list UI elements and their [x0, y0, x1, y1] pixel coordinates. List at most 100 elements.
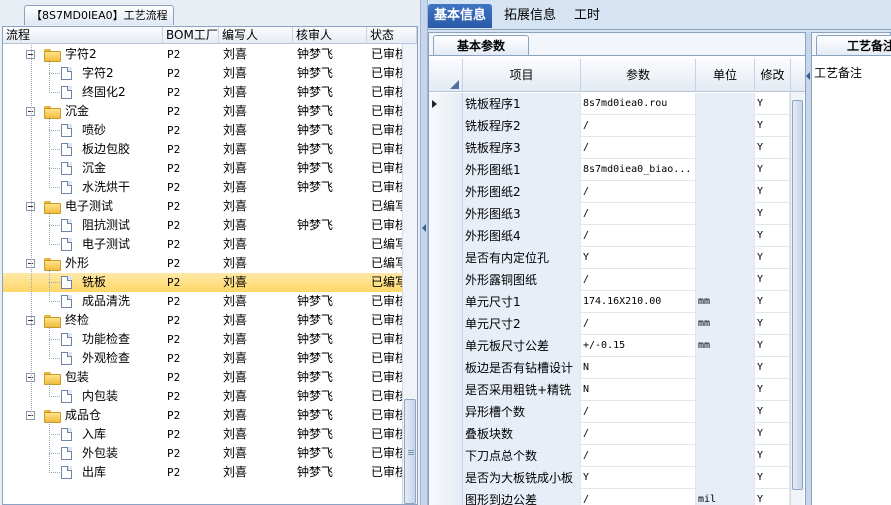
tree-row[interactable]: 成品仓 P2 刘喜 钟梦飞 已审核 — [3, 406, 403, 425]
col-header-writer[interactable]: 编写人 — [219, 27, 293, 44]
param-cell-value[interactable]: N — [581, 357, 696, 379]
row-header[interactable] — [429, 489, 463, 505]
param-row[interactable]: 外形图纸3/ Y — [429, 203, 805, 225]
param-cell-value[interactable]: / — [581, 203, 696, 225]
row-header[interactable] — [429, 225, 463, 247]
basic-params-tab[interactable]: 基本参数 — [433, 35, 529, 55]
panel-splitter[interactable] — [420, 0, 428, 505]
tree-row[interactable]: 铣板 P2 刘喜 已编写 — [3, 273, 403, 292]
tree-row[interactable]: 外形 P2 刘喜 已编写 — [3, 254, 403, 273]
param-cell-value[interactable]: / — [581, 115, 696, 137]
tree-row[interactable]: 喷砂 P2 刘喜 钟梦飞 已审核 — [3, 121, 403, 140]
tree-row[interactable]: 外观检查 P2 刘喜 钟梦飞 已审核 — [3, 349, 403, 368]
param-row[interactable]: 板边是否有钻槽设计 N Y — [429, 357, 805, 379]
param-cell-value[interactable]: / — [581, 225, 696, 247]
tree-row[interactable]: 沉金 P2 刘喜 钟梦飞 已审核 — [3, 159, 403, 178]
row-header[interactable] — [429, 291, 463, 313]
param-row[interactable]: 铣板程序3/ Y — [429, 137, 805, 159]
tree-row[interactable]: 包装 P2 刘喜 钟梦飞 已审核 — [3, 368, 403, 387]
row-header[interactable] — [429, 467, 463, 489]
row-header[interactable] — [429, 379, 463, 401]
row-header[interactable] — [429, 93, 463, 115]
param-cell-value[interactable]: / — [581, 401, 696, 423]
tree-row[interactable]: 阻抗测试 P2 刘喜 钟梦飞 已审核 — [3, 216, 403, 235]
param-row[interactable]: 铣板程序1 8s7md0iea0.rou Y — [429, 93, 805, 115]
tree-row[interactable]: 出库 P2 刘喜 钟梦飞 已审核 — [3, 463, 403, 482]
tree-row[interactable]: 字符2 P2 刘喜 钟梦飞 已审核 — [3, 45, 403, 64]
row-header[interactable] — [429, 159, 463, 181]
col-header-modify[interactable]: 修改 — [755, 59, 791, 92]
param-row[interactable]: 外形露铜图纸 / Y — [429, 269, 805, 291]
param-row[interactable]: 是否为大板铣成小板 Y Y — [429, 467, 805, 489]
tree-row[interactable]: 电子测试 P2 刘喜 已编写 — [3, 235, 403, 254]
row-header[interactable] — [429, 247, 463, 269]
process-notes-body[interactable]: 工艺备注 — [812, 55, 891, 505]
tree-row[interactable]: 外包装 P2 刘喜 钟梦飞 已审核 — [3, 444, 403, 463]
process-flow-tab[interactable]: 【8S7MD0IEA0】工艺流程 — [24, 5, 174, 25]
param-cell-value[interactable]: Y — [581, 247, 696, 269]
tree-row[interactable]: 入库 P2 刘喜 钟梦飞 已审核 — [3, 425, 403, 444]
tree-row[interactable]: 成品清洗 P2 刘喜 钟梦飞 已审核 — [3, 292, 403, 311]
tree-row[interactable]: 板边包胶 P2 刘喜 钟梦飞 已审核 — [3, 140, 403, 159]
param-cell-value[interactable]: / — [581, 181, 696, 203]
param-row[interactable]: 是否有内定位孔 Y Y — [429, 247, 805, 269]
row-header[interactable] — [429, 313, 463, 335]
param-cell-value[interactable]: 174.16X210.00 — [581, 291, 696, 313]
param-cell-value[interactable]: / — [581, 313, 696, 335]
row-header[interactable] — [429, 203, 463, 225]
tree-row[interactable]: 内包装 P2 刘喜 钟梦飞 已审核 — [3, 387, 403, 406]
tab-work-hours[interactable]: 工时 — [568, 4, 606, 28]
param-row[interactable]: 外形图纸2/ Y — [429, 181, 805, 203]
row-header[interactable] — [429, 269, 463, 291]
param-row[interactable]: 是否采用粗铣+精铣 N Y — [429, 379, 805, 401]
param-row[interactable]: 异形槽个数 / Y — [429, 401, 805, 423]
tab-basic-info[interactable]: 基本信息 — [428, 4, 493, 28]
param-row[interactable]: 铣板程序2/ Y — [429, 115, 805, 137]
col-header-param[interactable]: 参数 — [581, 59, 696, 92]
param-cell-value[interactable]: 8s7md0iea0.rou — [581, 93, 696, 115]
tree-row[interactable]: 沉金 P2 刘喜 钟梦飞 已审核 — [3, 102, 403, 121]
param-row[interactable]: 图形到边公差 / mil Y — [429, 489, 805, 505]
param-row[interactable]: 下刀点总个数 / Y — [429, 445, 805, 467]
param-row[interactable]: 外形图纸4/ Y — [429, 225, 805, 247]
tab-extended-info[interactable]: 拓展信息 — [498, 4, 562, 28]
col-header-status[interactable]: 状态 — [367, 27, 417, 44]
tree-scrollbar[interactable] — [402, 44, 417, 504]
params-scrollbar[interactable] — [790, 92, 804, 505]
param-row[interactable]: 外形图纸1 8s7md0iea0_biao... Y — [429, 159, 805, 181]
collapse-left-arrow-icon[interactable] — [422, 224, 426, 232]
param-row[interactable]: 单元板尺寸公差 +/-0.15 mm Y — [429, 335, 805, 357]
param-cell-value[interactable]: / — [581, 445, 696, 467]
param-cell-value[interactable]: / — [581, 137, 696, 159]
tree-row[interactable]: 终固化2 P2 刘喜 钟梦飞 已审核 — [3, 83, 403, 102]
process-notes-tab[interactable]: 工艺备注 — [816, 35, 891, 55]
col-header-reviewer[interactable]: 核审人 — [293, 27, 367, 44]
row-header[interactable] — [429, 181, 463, 203]
row-header[interactable] — [429, 401, 463, 423]
param-cell-value[interactable]: N — [581, 379, 696, 401]
params-scroll-thumb[interactable] — [792, 100, 803, 490]
col-header-bom[interactable]: BOM工厂 — [163, 27, 219, 44]
row-header[interactable] — [429, 357, 463, 379]
tree-row[interactable]: 字符2 P2 刘喜 钟梦飞 已审核 — [3, 64, 403, 83]
param-cell-value[interactable]: 8s7md0iea0_biao... — [581, 159, 696, 181]
tree-scroll-thumb[interactable] — [404, 399, 416, 504]
param-cell-value[interactable]: +/-0.15 — [581, 335, 696, 357]
row-header[interactable] — [429, 423, 463, 445]
param-row[interactable]: 单元尺寸2/mm Y — [429, 313, 805, 335]
tree-row[interactable]: 水洗烘干 P2 刘喜 钟梦飞 已审核 — [3, 178, 403, 197]
param-cell-value[interactable]: Y — [581, 467, 696, 489]
tree-row[interactable]: 电子测试 P2 刘喜 已编写 — [3, 197, 403, 216]
param-cell-value[interactable]: / — [581, 269, 696, 291]
row-header[interactable] — [429, 335, 463, 357]
col-header-flow[interactable]: 流程 — [3, 27, 163, 44]
row-header[interactable] — [429, 445, 463, 467]
param-cell-value[interactable]: / — [581, 423, 696, 445]
param-cell-value[interactable]: / — [581, 489, 696, 505]
col-header-item[interactable]: 项目 — [463, 59, 581, 92]
param-row[interactable]: 叠板块数 / Y — [429, 423, 805, 445]
tree-row[interactable]: 终检 P2 刘喜 钟梦飞 已审核 — [3, 311, 403, 330]
row-header[interactable] — [429, 137, 463, 159]
row-header[interactable] — [429, 115, 463, 137]
tree-row[interactable]: 功能检查 P2 刘喜 钟梦飞 已审核 — [3, 330, 403, 349]
